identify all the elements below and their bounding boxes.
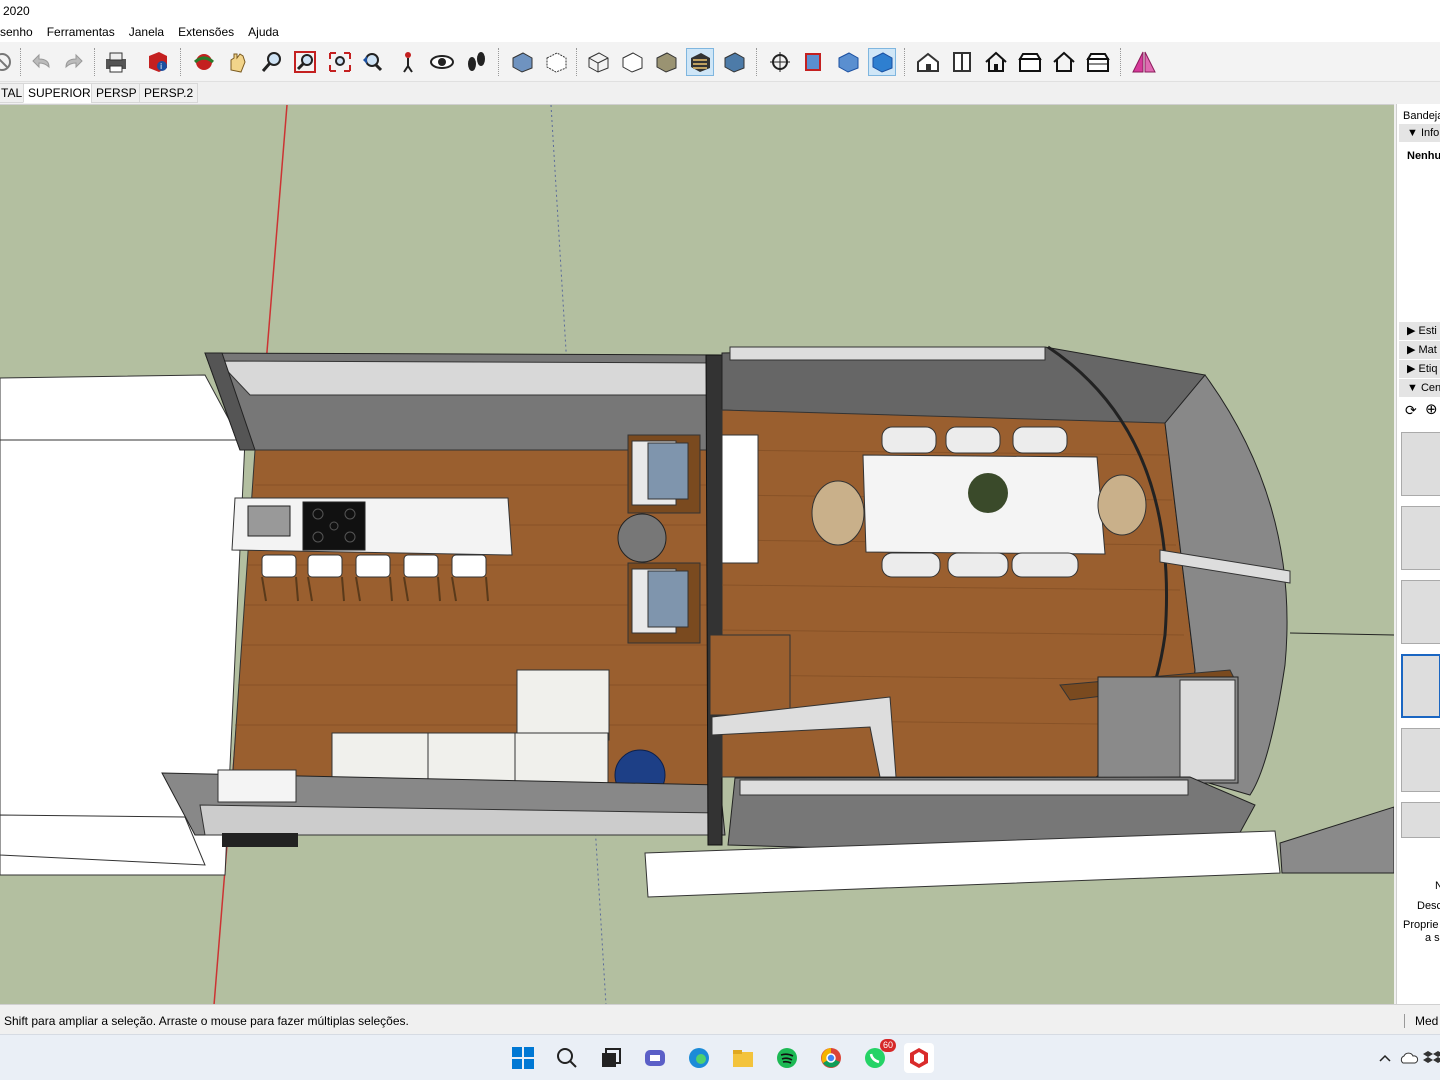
panel-cenas[interactable]: ▼ Cen — [1399, 379, 1440, 397]
windows-taskbar: 60 — [0, 1034, 1440, 1080]
scene-tabs: TAL SUPERIOR PERSP PERSP.2 — [0, 82, 1440, 104]
status-bar: Shift para ampliar a seleção. Arraste o … — [0, 1004, 1440, 1034]
shaded-icon[interactable] — [652, 48, 680, 76]
add-scene-icon[interactable]: ⊕ — [1425, 400, 1438, 418]
edge-icon[interactable] — [684, 1043, 714, 1073]
ottoman — [516, 669, 610, 741]
menu-ferramentas[interactable]: Ferramentas — [47, 22, 115, 42]
back-edges-icon[interactable] — [542, 48, 570, 76]
teams-chat-icon[interactable] — [640, 1043, 670, 1073]
scene-props-label: Proprie — [1403, 919, 1439, 931]
back-view-icon[interactable] — [1050, 48, 1078, 76]
wireframe-icon[interactable] — [584, 48, 612, 76]
display-section-fill-icon[interactable] — [868, 48, 896, 76]
scene-thumbnail[interactable] — [1401, 802, 1440, 838]
file-explorer-icon[interactable] — [728, 1043, 758, 1073]
mirror-icon[interactable] — [1130, 48, 1158, 76]
side-table — [617, 513, 667, 563]
spotify-icon[interactable] — [772, 1043, 802, 1073]
entity-info-panel-header[interactable]: ▼ Info — [1399, 124, 1440, 142]
menu-bar: senho Ferramentas Janela Extensões Ajuda — [0, 22, 1440, 42]
whatsapp-icon[interactable]: 60 — [860, 1039, 896, 1073]
chrome-icon[interactable] — [816, 1043, 846, 1073]
zoom-extents-icon[interactable] — [326, 48, 354, 76]
scene-thumbnail[interactable] — [1401, 580, 1440, 644]
shaded-textures-icon[interactable] — [686, 48, 714, 76]
panel-etiquetas[interactable]: ▶ Etiq — [1399, 360, 1440, 378]
xray-icon[interactable] — [508, 48, 536, 76]
previous-view-icon[interactable] — [360, 48, 388, 76]
windows-start-icon[interactable] — [508, 1043, 538, 1073]
scene-desc-label: Desc — [1417, 900, 1440, 912]
model-viewport[interactable] — [0, 104, 1394, 1004]
status-message: Shift para ampliar a seleção. Arraste o … — [4, 1014, 409, 1028]
scene-thumbnail[interactable] — [1401, 728, 1440, 792]
menu-ajuda[interactable]: Ajuda — [248, 22, 279, 42]
scene-thumbnail[interactable] — [1401, 506, 1440, 570]
hidden-line-icon[interactable] — [618, 48, 646, 76]
menu-extensoes[interactable]: Extensões — [178, 22, 234, 42]
front-view-icon[interactable] — [982, 48, 1010, 76]
sketchup-icon[interactable] — [904, 1043, 934, 1073]
monochrome-icon[interactable] — [720, 48, 748, 76]
refresh-icon[interactable]: ⟳ — [1405, 402, 1417, 419]
zoom-window-icon[interactable] — [292, 48, 320, 76]
model-info-icon[interactable]: i — [144, 48, 172, 76]
print-icon[interactable] — [102, 48, 130, 76]
bar-stools — [261, 554, 487, 578]
undo-icon[interactable] — [27, 48, 55, 76]
walk-icon[interactable] — [462, 48, 490, 76]
sketchup-window: 2020 senho Ferramentas Janela Extensões … — [0, 0, 1440, 1080]
left-slab-top — [0, 374, 241, 441]
iso-view-icon[interactable] — [914, 48, 942, 76]
dropbox-icon[interactable] — [1418, 1043, 1440, 1073]
svg-text:i: i — [160, 62, 162, 71]
whatsapp-notification-badge: 60 — [879, 1039, 896, 1052]
measurements-label[interactable]: Med — [1404, 1014, 1438, 1028]
stairs — [709, 634, 791, 716]
cooktop — [302, 501, 366, 551]
panel-estilos[interactable]: ▶ Esti — [1399, 322, 1440, 340]
select-icon[interactable] — [0, 48, 16, 76]
task-view-icon[interactable] — [596, 1043, 626, 1073]
zoom-icon[interactable] — [258, 48, 286, 76]
title-bar: 2020 — [0, 0, 1440, 22]
orbit-icon[interactable] — [190, 48, 218, 76]
search-icon[interactable] — [552, 1043, 582, 1073]
look-around-icon[interactable] — [428, 48, 456, 76]
scene-name-label: N — [1435, 880, 1440, 892]
right-view-icon[interactable] — [1016, 48, 1044, 76]
section-plane-icon[interactable] — [766, 48, 794, 76]
sink — [247, 505, 291, 537]
main-toolbar: i — [0, 42, 1440, 82]
scene-thumbnail-selected[interactable] — [1401, 654, 1440, 718]
display-section-cuts-icon[interactable] — [834, 48, 862, 76]
sideboard — [721, 434, 759, 564]
menu-janela[interactable]: Janela — [129, 22, 164, 42]
scene-thumbnail[interactable] — [1401, 432, 1440, 496]
scene-props-label-2: a sa — [1425, 932, 1440, 944]
panel-materiais[interactable]: ▶ Mat — [1399, 341, 1440, 359]
position-camera-icon[interactable] — [394, 48, 422, 76]
centerpiece — [968, 473, 1008, 513]
display-section-planes-icon[interactable] — [800, 48, 828, 76]
scene-tab-superior[interactable]: SUPERIOR — [23, 83, 96, 103]
scene-tab-persp2[interactable]: PERSP.2 — [139, 83, 199, 103]
pan-icon[interactable] — [224, 48, 252, 76]
menu-desenho[interactable]: senho — [0, 22, 33, 42]
tray-title: Bandeja — [1403, 110, 1440, 122]
entity-info-value: Nenhu — [1407, 150, 1440, 162]
redo-icon[interactable] — [60, 48, 88, 76]
default-tray: Bandeja ▼ Info Nenhu ▶ Esti ▶ Mat ▶ Etiq… — [1396, 104, 1440, 1004]
left-view-icon[interactable] — [1084, 48, 1112, 76]
scene-tab-persp[interactable]: PERSP — [91, 83, 142, 103]
top-view-icon[interactable] — [948, 48, 976, 76]
window-title: 2020 — [3, 4, 30, 18]
floor-plan-model — [0, 105, 1394, 1004]
